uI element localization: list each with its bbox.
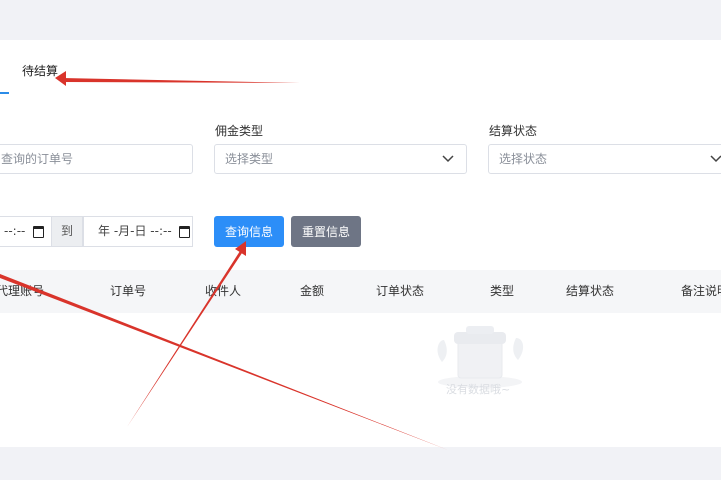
calendar-icon[interactable] xyxy=(179,225,191,238)
reset-button[interactable]: 重置信息 xyxy=(291,216,361,247)
tab-pending-settlement[interactable]: 待结算 xyxy=(22,62,58,79)
order-number-placeholder: 查询的订单号 xyxy=(1,152,74,166)
column-settlement-status: 结算状态 xyxy=(566,284,615,298)
active-tab-indicator xyxy=(0,92,9,94)
column-type: 类型 xyxy=(490,284,515,298)
order-number-input[interactable]: 查询的订单号 xyxy=(0,144,193,174)
end-date-input[interactable]: 年 -月-日 --:-- xyxy=(83,216,193,247)
column-amount: 金额 xyxy=(300,284,325,298)
start-date-value: --:-- xyxy=(4,224,30,238)
settlement-status-label: 结算状态 xyxy=(489,124,538,138)
query-button[interactable]: 查询信息 xyxy=(214,216,284,247)
column-agent-account: 代理账号 xyxy=(0,284,45,298)
start-date-input[interactable]: --:-- xyxy=(0,216,52,247)
chevron-down-icon xyxy=(442,145,454,173)
settlement-status-placeholder: 选择状态 xyxy=(499,152,548,166)
column-remarks: 备注说明 xyxy=(681,284,721,298)
end-date-value: 年 -月-日 --:-- xyxy=(98,224,176,238)
settlement-status-select[interactable]: 选择状态 xyxy=(488,144,721,174)
commission-type-select[interactable]: 选择类型 xyxy=(214,144,467,174)
table-header: 代理账号 订单号 收件人 金额 订单状态 类型 结算状态 备注说明 xyxy=(0,270,721,313)
empty-state-text: 没有数据哦~ xyxy=(446,383,511,396)
commission-type-label: 佣金类型 xyxy=(215,124,264,138)
column-order-status: 订单状态 xyxy=(376,284,425,298)
chevron-down-icon xyxy=(710,145,721,173)
commission-type-placeholder: 选择类型 xyxy=(225,152,274,166)
column-recipient: 收件人 xyxy=(205,284,242,298)
column-order-number: 订单号 xyxy=(110,284,147,298)
calendar-icon[interactable] xyxy=(33,225,45,238)
date-range-separator: 到 xyxy=(51,216,83,247)
